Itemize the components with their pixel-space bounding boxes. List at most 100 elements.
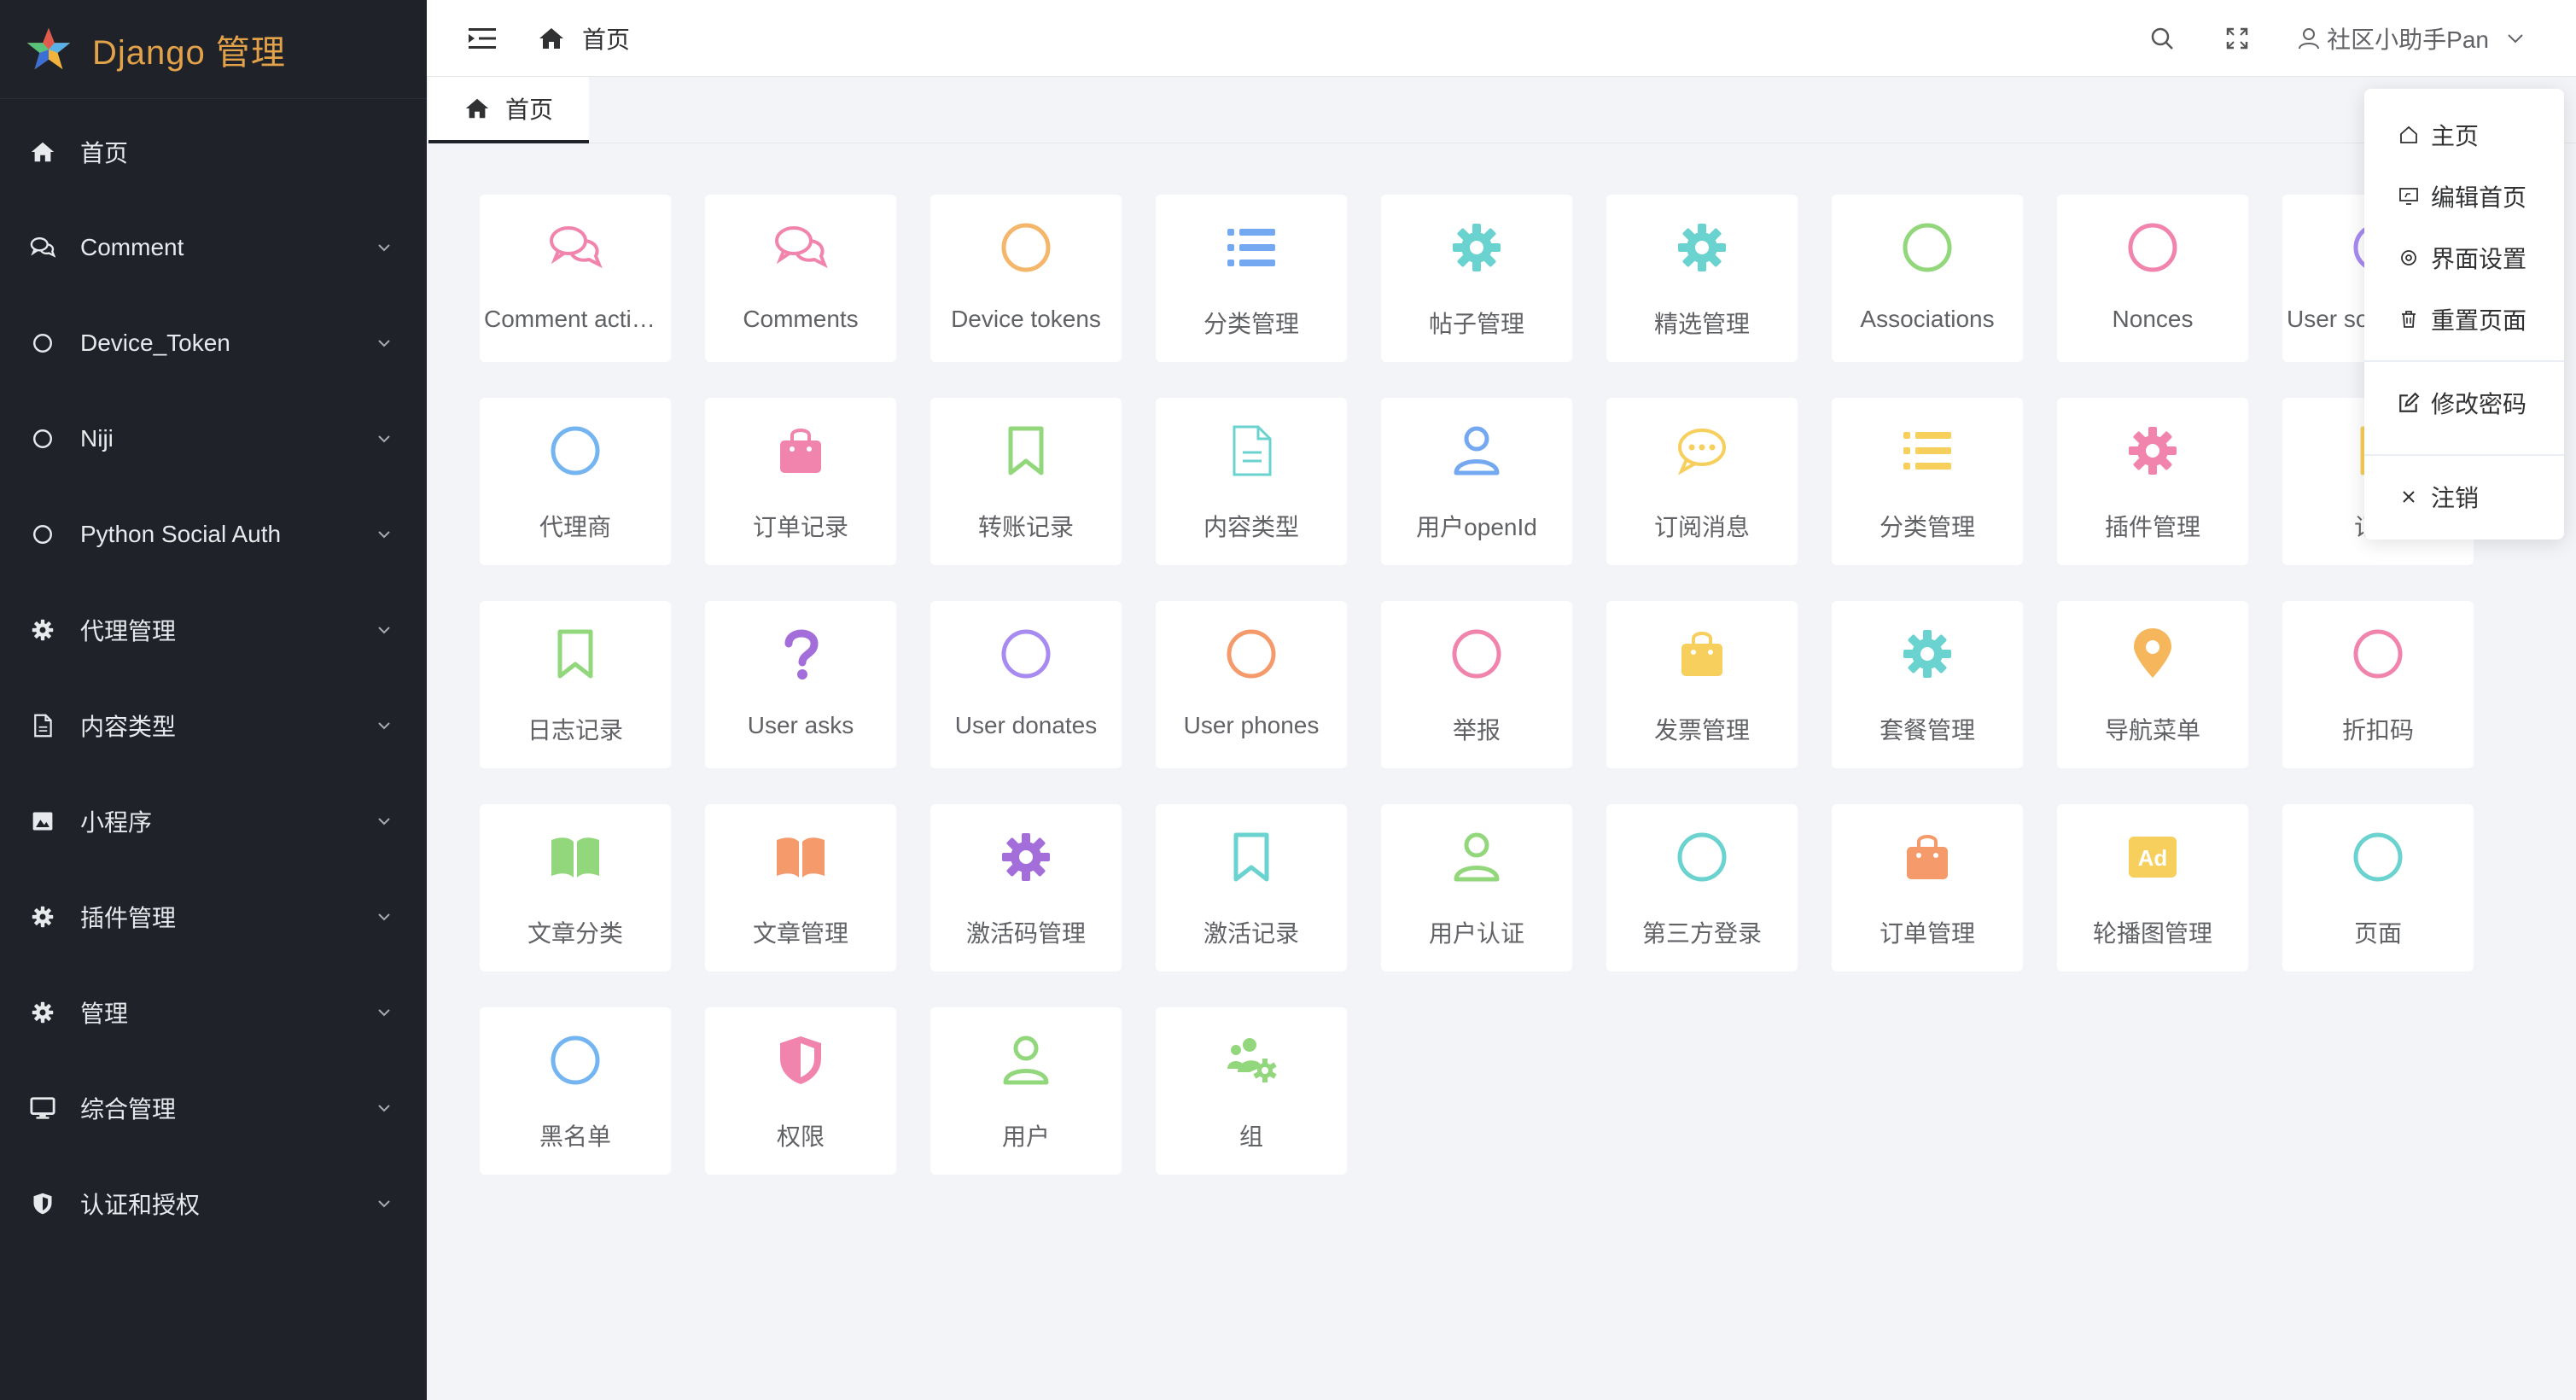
- app-card[interactable]: Associations: [1832, 195, 2023, 362]
- dropdown-item[interactable]: 修改密码: [2364, 372, 2564, 434]
- gear-icon: [1449, 220, 1504, 275]
- app-card[interactable]: 第三方登录: [1606, 804, 1798, 971]
- sidebar-item[interactable]: 首页: [0, 104, 427, 200]
- sidebar-item[interactable]: Comment: [0, 200, 427, 295]
- app-card[interactable]: 日志记录: [480, 601, 671, 768]
- circle-icon: [2125, 220, 2180, 275]
- app-card[interactable]: 组: [1156, 1007, 1347, 1175]
- app-card[interactable]: 发票管理: [1606, 601, 1798, 768]
- user-menu[interactable]: 社区小助手Pan: [2298, 21, 2525, 55]
- dropdown-item-label: 重置页面: [2431, 307, 2527, 334]
- trash-icon: [2397, 307, 2421, 331]
- app-card-label: 订单管理: [1879, 920, 1975, 947]
- dropdown-item[interactable]: 编辑首页: [2364, 166, 2564, 227]
- app-card-label: Device tokens: [951, 306, 1101, 332]
- tab-home[interactable]: 首页: [428, 77, 589, 143]
- dropdown-item[interactable]: 注销: [2364, 466, 2564, 528]
- app-card[interactable]: 激活记录: [1156, 804, 1347, 971]
- app-card[interactable]: 折扣码: [2282, 601, 2474, 768]
- sidebar-item[interactable]: Niji: [0, 391, 427, 487]
- sidebar-item[interactable]: Device_Token: [0, 295, 427, 391]
- bookmark-icon: [548, 627, 603, 681]
- app-card[interactable]: 页面: [2282, 804, 2474, 971]
- dropdown-item-label: 主页: [2431, 123, 2480, 149]
- app-card[interactable]: 插件管理: [2057, 398, 2248, 565]
- app-card-label: Associations: [1860, 306, 1995, 332]
- app-card[interactable]: 举报: [1381, 601, 1572, 768]
- dropdown-divider: [2364, 360, 2564, 362]
- app-card[interactable]: 订阅消息: [1606, 398, 1798, 565]
- app-card-label: 轮播图管理: [2092, 920, 2212, 947]
- app-card[interactable]: 订单管理: [1832, 804, 2023, 971]
- circle-icon: [1449, 627, 1504, 681]
- ad-icon: Ad: [2125, 830, 2180, 884]
- sidebar-item[interactable]: 综合管理: [0, 1060, 427, 1156]
- app-card[interactable]: 代理商: [480, 398, 671, 565]
- app-card[interactable]: Nonces: [2057, 195, 2248, 362]
- app-card[interactable]: 用户: [930, 1007, 1122, 1175]
- app-card[interactable]: 激活码管理: [930, 804, 1122, 971]
- fullscreen-icon: [2226, 27, 2248, 50]
- sidebar-item[interactable]: 小程序: [0, 773, 427, 869]
- logo[interactable]: Django 管理: [0, 0, 427, 99]
- app-card[interactable]: User donates: [930, 601, 1122, 768]
- app-card[interactable]: 权限: [705, 1007, 896, 1175]
- search-button[interactable]: [2148, 24, 2177, 53]
- user-icon: [2299, 28, 2320, 50]
- list-icon: [1224, 220, 1279, 275]
- app-card[interactable]: 套餐管理: [1832, 601, 2023, 768]
- app-card[interactable]: 帖子管理: [1381, 195, 1572, 362]
- file-icon: [1224, 423, 1279, 478]
- app-card[interactable]: 黑名单: [480, 1007, 671, 1175]
- bookmark-icon: [999, 423, 1053, 478]
- sidebar-item[interactable]: 管理: [0, 965, 427, 1060]
- app-card[interactable]: Ad 轮播图管理: [2057, 804, 2248, 971]
- app-card[interactable]: 文章分类: [480, 804, 671, 971]
- bag-icon: [1675, 627, 1729, 681]
- app-card[interactable]: User phones: [1156, 601, 1347, 768]
- dropdown-item[interactable]: 重置页面: [2364, 289, 2564, 350]
- app-card[interactable]: 精选管理: [1606, 195, 1798, 362]
- app-card-label: Comments: [743, 306, 859, 332]
- dropdown-item-label: 修改密码: [2431, 391, 2527, 417]
- book-icon: [773, 830, 828, 884]
- app-card[interactable]: 导航菜单: [2057, 601, 2248, 768]
- circle-icon: [548, 423, 603, 478]
- sidebar-item-label: 综合管理: [80, 1096, 177, 1123]
- gear-icon: [29, 903, 56, 930]
- fullscreen-button[interactable]: [2223, 24, 2252, 53]
- app-card[interactable]: Device tokens: [930, 195, 1122, 362]
- app-card[interactable]: 用户认证: [1381, 804, 1572, 971]
- dropdown-item[interactable]: 主页: [2364, 104, 2564, 166]
- app-card[interactable]: 用户openId: [1381, 398, 1572, 565]
- app-card[interactable]: 订单记录: [705, 398, 896, 565]
- chevron-down-icon: [378, 1105, 390, 1112]
- app-card-label: 订阅消息: [1653, 514, 1750, 540]
- app-card-label: 发票管理: [1653, 717, 1750, 744]
- app-card[interactable]: Comments: [705, 195, 896, 362]
- sidebar-item[interactable]: 代理管理: [0, 582, 427, 678]
- sidebar-item[interactable]: 内容类型: [0, 678, 427, 773]
- app-card-label: 用户openId: [1416, 514, 1537, 540]
- gear-icon: [29, 616, 56, 644]
- app-card[interactable]: 分类管理: [1156, 195, 1347, 362]
- app-card[interactable]: 内容类型: [1156, 398, 1347, 565]
- app-card-label: 导航菜单: [2104, 717, 2200, 744]
- menu-fold-button[interactable]: [468, 24, 497, 53]
- app-card-label: 页面: [2353, 920, 2402, 947]
- sidebar: Django 管理 首页 Comment Device_Token Niji P…: [0, 0, 427, 1400]
- user-icon: [1449, 423, 1504, 478]
- gear-icon: [29, 999, 56, 1026]
- app-card[interactable]: 文章管理: [705, 804, 896, 971]
- app-card[interactable]: 转账记录: [930, 398, 1122, 565]
- app-card-label: User asks: [747, 712, 854, 738]
- app-card[interactable]: 分类管理: [1832, 398, 2023, 565]
- sidebar-item[interactable]: 插件管理: [0, 869, 427, 965]
- app-card[interactable]: Comment activities: [480, 195, 671, 362]
- header: 首页 社区小助手Pan: [427, 0, 2576, 77]
- dropdown-item[interactable]: 界面设置: [2364, 227, 2564, 289]
- app-card-label: 日志记录: [527, 717, 623, 744]
- sidebar-item[interactable]: 认证和授权: [0, 1156, 427, 1251]
- sidebar-item[interactable]: Python Social Auth: [0, 487, 427, 582]
- app-card[interactable]: User asks: [705, 601, 896, 768]
